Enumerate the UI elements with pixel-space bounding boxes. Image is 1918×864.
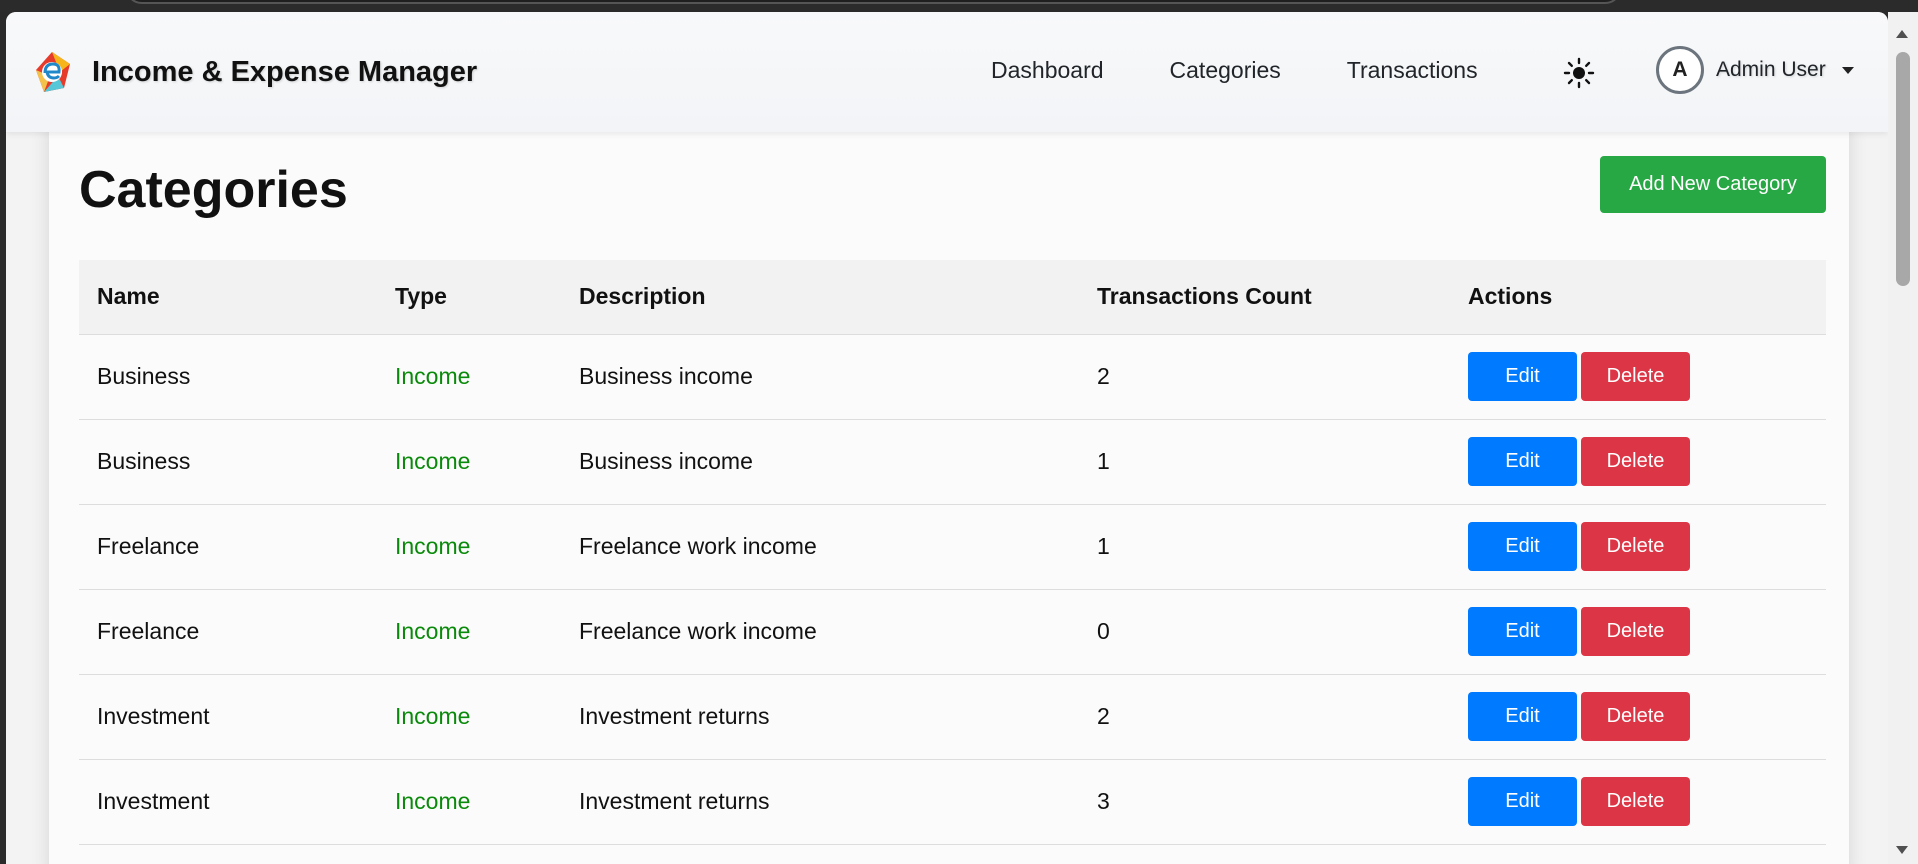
cell-transactions-count: 2	[1079, 674, 1450, 760]
table-row: Business Income Business income 1 Edit De…	[79, 419, 1826, 505]
cell-transactions-count: 1	[1079, 504, 1450, 590]
edit-button[interactable]: Edit	[1468, 437, 1577, 486]
delete-button[interactable]: Delete	[1581, 352, 1690, 401]
cell-description: Investment returns	[561, 674, 1079, 760]
edit-button[interactable]: Edit	[1468, 777, 1577, 826]
table-row: Business Income Business income 2 Edit De…	[79, 334, 1826, 420]
scroll-thumb[interactable]	[1896, 52, 1910, 286]
cell-actions: Edit Delete	[1450, 589, 1826, 675]
content-card: Categories Add New Category Name Type De…	[49, 120, 1849, 864]
table-row: Freelance Income Freelance work income 0…	[79, 589, 1826, 675]
app-logo-icon	[36, 52, 70, 92]
edit-button[interactable]: Edit	[1468, 352, 1577, 401]
cell-transactions-count: 0	[1079, 589, 1450, 675]
avatar: A	[1656, 46, 1704, 94]
cell-actions: Edit Delete	[1450, 674, 1826, 760]
categories-table: Name Type Description Transactions Count…	[79, 260, 1826, 845]
cell-name: Business	[79, 419, 377, 505]
cell-type: Income	[377, 504, 561, 590]
browser-top-bar	[0, 0, 1918, 12]
cell-transactions-count: 2	[1079, 334, 1450, 420]
add-category-button[interactable]: Add New Category	[1600, 156, 1826, 213]
page-scrollbar[interactable]	[1888, 12, 1918, 864]
cell-description: Investment returns	[561, 759, 1079, 845]
brand[interactable]: Income & Expense Manager	[30, 50, 477, 94]
cell-name: Freelance	[79, 504, 377, 590]
chevron-down-icon[interactable]	[1841, 66, 1854, 74]
cell-name: Business	[79, 334, 377, 420]
edit-button[interactable]: Edit	[1468, 607, 1577, 656]
table-row: Investment Income Investment returns 3 E…	[79, 759, 1826, 845]
sun-icon[interactable]	[1562, 56, 1596, 90]
app-title: Income & Expense Manager	[92, 55, 478, 88]
delete-button[interactable]: Delete	[1581, 692, 1690, 741]
table-body: Business Income Business income 2 Edit De…	[79, 334, 1826, 845]
column-header-actions: Actions	[1450, 260, 1826, 335]
cell-description: Freelance work income	[561, 504, 1079, 590]
table-header: Name Type Description Transactions Count…	[79, 260, 1826, 335]
cell-description: Freelance work income	[561, 589, 1079, 675]
column-header-type: Type	[377, 260, 561, 335]
cell-type: Income	[377, 589, 561, 675]
page-viewport: Income & Expense Manager Dashboard Categ…	[6, 12, 1888, 864]
scroll-up-icon[interactable]	[1896, 30, 1908, 38]
edit-button[interactable]: Edit	[1468, 522, 1577, 571]
delete-button[interactable]: Delete	[1581, 522, 1690, 571]
nav-dashboard[interactable]: Dashboard	[991, 57, 1104, 84]
delete-button[interactable]: Delete	[1581, 777, 1690, 826]
cell-name: Freelance	[79, 589, 377, 675]
edit-button[interactable]: Edit	[1468, 692, 1577, 741]
cell-transactions-count: 1	[1079, 419, 1450, 505]
column-header-description: Description	[561, 260, 1079, 335]
scroll-down-icon[interactable]	[1896, 846, 1908, 854]
user-menu[interactable]: A Admin User	[1656, 46, 1854, 94]
navbar: Income & Expense Manager Dashboard Categ…	[6, 12, 1888, 132]
table-row: Freelance Income Freelance work income 1…	[79, 504, 1826, 590]
table-row: Investment Income Investment returns 2 E…	[79, 674, 1826, 760]
delete-button[interactable]: Delete	[1581, 607, 1690, 656]
cell-type: Income	[377, 419, 561, 505]
cell-type: Income	[377, 334, 561, 420]
cell-type: Income	[377, 674, 561, 760]
column-header-transactions-count: Transactions Count	[1079, 260, 1450, 335]
user-name: Admin User	[1716, 58, 1826, 81]
address-bar[interactable]	[125, 0, 1622, 4]
cell-actions: Edit Delete	[1450, 334, 1826, 420]
nav-categories[interactable]: Categories	[1170, 57, 1281, 84]
nav-transactions[interactable]: Transactions	[1347, 57, 1478, 84]
main-nav: Dashboard Categories Transactions	[991, 57, 1544, 84]
column-header-name: Name	[79, 260, 377, 335]
cell-type: Income	[377, 759, 561, 845]
cell-actions: Edit Delete	[1450, 504, 1826, 590]
delete-button[interactable]: Delete	[1581, 437, 1690, 486]
cell-description: Business income	[561, 419, 1079, 505]
cell-name: Investment	[79, 674, 377, 760]
cell-actions: Edit Delete	[1450, 419, 1826, 505]
cell-transactions-count: 3	[1079, 759, 1450, 845]
cell-description: Business income	[561, 334, 1079, 420]
cell-name: Investment	[79, 759, 377, 845]
page-title: Categories	[79, 161, 348, 219]
cell-actions: Edit Delete	[1450, 759, 1826, 845]
